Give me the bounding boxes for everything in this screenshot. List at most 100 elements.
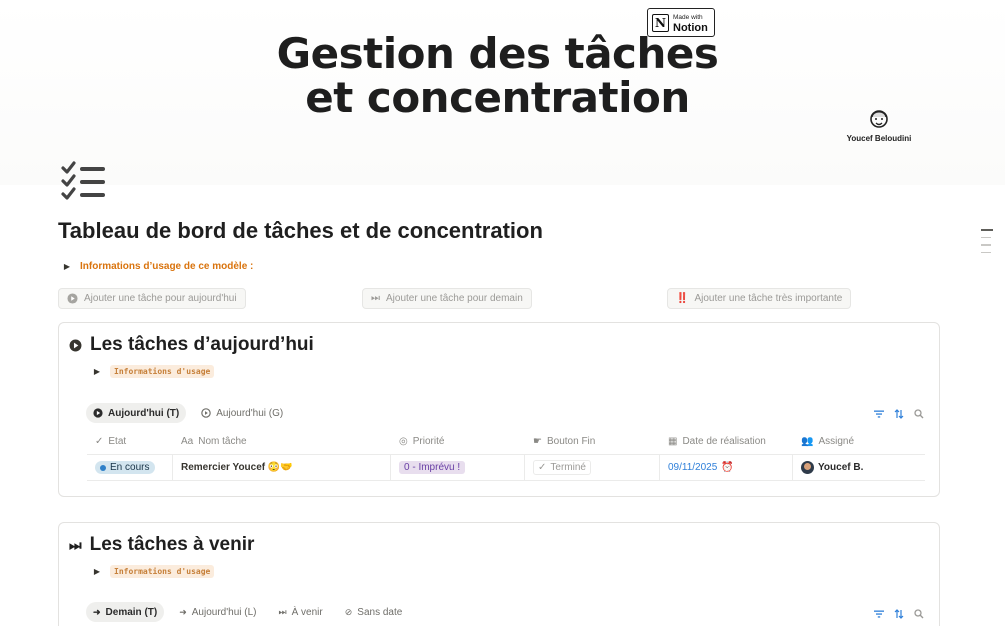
search-icon[interactable] bbox=[914, 409, 924, 419]
upcoming-tasks-card: ⏭ Les tâches à venir ▶ Informations d'us… bbox=[58, 522, 940, 626]
arrow-circle-icon: ➜ bbox=[93, 606, 101, 617]
column-header-label: Date de réalisation bbox=[682, 436, 766, 447]
text-icon: Aa bbox=[181, 436, 194, 447]
add-task-tomorrow-button[interactable]: ⏭ Ajouter une tâche pour demain bbox=[362, 288, 532, 309]
status-label: En cours bbox=[110, 462, 150, 473]
badge-small-text: Made with bbox=[673, 13, 703, 21]
column-header-label: Assigné bbox=[818, 436, 855, 447]
priority-cell[interactable]: 0 - Imprévu ! bbox=[391, 455, 525, 480]
today-section-title: Les tâches d’aujourd’hui bbox=[69, 334, 314, 356]
date-value: 09/11/2025 bbox=[668, 462, 718, 473]
upcoming-section-heading: Les tâches à venir bbox=[89, 534, 255, 555]
checklist-icon bbox=[61, 161, 105, 200]
upcoming-usage-toggle[interactable]: ▶ Informations d'usage bbox=[92, 565, 215, 578]
today-section-heading: Les tâches d’aujourd’hui bbox=[90, 334, 314, 355]
assignee-cell[interactable]: Youcef B. bbox=[793, 455, 925, 480]
pointer-icon: ☛ bbox=[533, 436, 542, 447]
usage-toggle-label: Informations d’usage de ce modèle : bbox=[80, 261, 254, 272]
column-header-nom-tache[interactable]: Aa Nom tâche bbox=[173, 429, 391, 454]
filter-icon[interactable] bbox=[874, 409, 884, 419]
column-header-label: Priorité bbox=[412, 436, 445, 447]
date-cell[interactable]: 09/11/2025 ⏰ bbox=[660, 455, 793, 480]
double-exclamation-icon: ‼️ bbox=[676, 292, 689, 304]
toggle-arrow-icon[interactable]: ▶ bbox=[92, 367, 102, 376]
view-tab-today-g[interactable]: Aujourd'hui (G) bbox=[194, 403, 290, 423]
add-task-tomorrow-label: Ajouter une tâche pour demain bbox=[386, 293, 523, 304]
play-circle-icon bbox=[67, 293, 78, 304]
sort-icon[interactable] bbox=[894, 609, 904, 619]
toggle-arrow-icon[interactable]: ▶ bbox=[92, 567, 102, 576]
today-tasks-card: Les tâches d’aujourd’hui ▶ Informations … bbox=[58, 322, 940, 497]
priority-badge: 0 - Imprévu ! bbox=[399, 461, 466, 474]
page-title: Tableau de bord de tâches et de concentr… bbox=[58, 218, 543, 243]
today-usage-toggle[interactable]: ▶ Informations d'usage bbox=[92, 365, 215, 378]
status-dot-icon bbox=[100, 464, 106, 471]
upcoming-section-title: ⏭ Les tâches à venir bbox=[69, 534, 254, 556]
finish-button-cell: ✓ Terminé bbox=[525, 455, 660, 480]
outline-line bbox=[981, 251, 991, 253]
column-header-bouton-fin[interactable]: ☛ Bouton Fin bbox=[525, 429, 660, 454]
avatar bbox=[801, 461, 814, 474]
check-icon: ✓ bbox=[538, 462, 547, 473]
filter-icon[interactable] bbox=[874, 609, 884, 619]
play-circle-icon bbox=[69, 339, 82, 351]
outline-line bbox=[981, 244, 991, 246]
task-name: Remercier Youcef 😳🤝 bbox=[181, 462, 293, 473]
page-outline-indicator[interactable] bbox=[981, 229, 993, 253]
fast-forward-icon: ⏭ bbox=[371, 292, 380, 304]
usage-toggle[interactable]: ▶ Informations d’usage de ce modèle : bbox=[62, 261, 253, 272]
upcoming-view-tools bbox=[874, 609, 924, 619]
upcoming-view-tabs: ➜ Demain (T) ➜ Aujourd'hui (L) ⏭ À venir… bbox=[86, 602, 409, 622]
status-cell[interactable]: En cours bbox=[87, 455, 173, 480]
check-icon: ✓ bbox=[95, 436, 104, 447]
column-header-priorite[interactable]: ◎ Priorité bbox=[391, 429, 525, 454]
column-header-date[interactable]: ▦ Date de réalisation bbox=[660, 429, 793, 454]
column-header-label: Etat bbox=[108, 436, 127, 447]
upcoming-usage-label: Informations d'usage bbox=[110, 565, 215, 578]
sort-icon[interactable] bbox=[894, 409, 904, 419]
column-header-etat[interactable]: ✓ Etat bbox=[87, 429, 173, 454]
table-header: ✓ Etat Aa Nom tâche ◎ Priorité ☛ Bouton Fin … bbox=[87, 429, 925, 455]
add-task-today-button[interactable]: Ajouter une tâche pour aujourd'hui bbox=[58, 288, 246, 309]
assignee-name: Youcef B. bbox=[818, 462, 864, 473]
badge-big-text: Notion bbox=[673, 21, 708, 34]
outline-line bbox=[981, 229, 993, 231]
view-tab-label: Aujourd'hui (L) bbox=[191, 606, 257, 618]
view-tab-demain[interactable]: ➜ Demain (T) bbox=[86, 602, 165, 622]
play-circle-icon bbox=[201, 408, 211, 418]
view-tab-label: Aujourd'hui (T) bbox=[108, 407, 180, 419]
add-important-task-label: Ajouter une tâche très importante bbox=[694, 293, 843, 304]
arrow-circle-icon: ➜ bbox=[179, 606, 187, 617]
add-important-task-button[interactable]: ‼️ Ajouter une tâche très importante bbox=[667, 288, 852, 309]
view-tab-a-venir[interactable]: ⏭ À venir bbox=[272, 602, 330, 622]
table-row[interactable]: En cours Remercier Youcef 😳🤝 0 - Imprévu… bbox=[87, 455, 925, 481]
column-header-assigne[interactable]: 👥 Assigné bbox=[793, 429, 925, 454]
toggle-arrow-icon[interactable]: ▶ bbox=[62, 262, 72, 271]
view-tab-label: Sans date bbox=[357, 606, 403, 618]
target-icon: ◎ bbox=[399, 436, 408, 447]
fast-forward-icon: ⏭ bbox=[278, 606, 287, 617]
play-circle-icon bbox=[93, 408, 103, 418]
no-date-icon: ⊘ bbox=[344, 606, 353, 617]
author-name: Youcef Beloudini bbox=[846, 134, 912, 143]
finish-button-label: Terminé bbox=[550, 462, 586, 473]
alarm-clock-icon: ⏰ bbox=[721, 462, 734, 473]
notion-logo-icon: N bbox=[652, 13, 669, 32]
outline-line bbox=[981, 236, 991, 238]
made-with-notion-badge[interactable]: N Made with Notion bbox=[647, 8, 715, 37]
calendar-icon: ▦ bbox=[668, 436, 678, 447]
today-view-tabs: Aujourd'hui (T) Aujourd'hui (G) bbox=[86, 403, 290, 423]
today-view-tools bbox=[874, 409, 924, 419]
finish-button[interactable]: ✓ Terminé bbox=[533, 460, 591, 475]
view-tab-aujourdhui-l[interactable]: ➜ Aujourd'hui (L) bbox=[172, 602, 263, 622]
today-usage-label: Informations d'usage bbox=[110, 365, 215, 378]
search-icon[interactable] bbox=[914, 609, 924, 619]
column-header-label: Bouton Fin bbox=[546, 436, 596, 447]
add-task-today-label: Ajouter une tâche pour aujourd'hui bbox=[84, 293, 237, 304]
author-block: Youcef Beloudini bbox=[843, 107, 915, 143]
author-face-icon bbox=[870, 110, 888, 128]
view-tab-sans-date[interactable]: ⊘ Sans date bbox=[338, 602, 410, 622]
task-name-cell[interactable]: Remercier Youcef 😳🤝 bbox=[173, 455, 391, 480]
view-tab-label: Aujourd'hui (G) bbox=[216, 407, 284, 419]
view-tab-today-t[interactable]: Aujourd'hui (T) bbox=[86, 403, 187, 423]
